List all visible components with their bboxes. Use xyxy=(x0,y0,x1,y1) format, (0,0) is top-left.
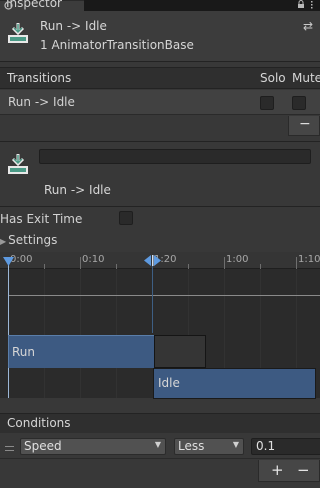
solo-checkbox[interactable] xyxy=(260,96,274,110)
ruler-tick xyxy=(80,257,81,269)
lock-icon[interactable] xyxy=(297,0,307,9)
foldout-arrow-icon: ▶ xyxy=(0,237,7,246)
playhead-marker-icon[interactable] xyxy=(3,256,14,266)
ruler-tick-minor xyxy=(188,264,189,269)
has-exit-time-label: Has Exit Time xyxy=(0,212,83,226)
conditions-heading: Conditions xyxy=(7,416,71,430)
transition-curve-line xyxy=(8,295,320,296)
transition-icon xyxy=(7,22,29,44)
header-title: Run -> Idle xyxy=(40,19,107,33)
transition-range-marker-icon[interactable] xyxy=(143,255,163,266)
transition-end-line xyxy=(152,265,153,333)
remove-transition-label: − xyxy=(299,116,311,132)
settings-sliders-icon[interactable]: ⇄ xyxy=(303,19,313,33)
drag-handle-icon[interactable] xyxy=(5,446,14,451)
remove-condition-button[interactable]: − xyxy=(297,461,310,479)
dest-state-bar[interactable]: Idle xyxy=(153,368,316,399)
ruler-tick-minor xyxy=(44,264,45,269)
ruler-tick-minor xyxy=(116,264,117,269)
parameter-dropdown[interactable]: Speed ▼ xyxy=(20,438,166,455)
inspector-header: Run -> Idle 1 AnimatorTransitionBase ⇄ xyxy=(0,11,320,62)
threshold-value: 0.1 xyxy=(256,439,276,453)
condition-buttons: + − xyxy=(258,460,320,482)
transition-detail-icon xyxy=(7,153,29,175)
add-condition-button[interactable]: + xyxy=(271,461,284,479)
transition-row[interactable]: Run -> Idle xyxy=(0,90,320,115)
grid-line xyxy=(44,270,45,398)
transition-detail-name: Run -> Idle xyxy=(44,183,111,197)
threshold-input[interactable]: 0.1 xyxy=(251,438,320,455)
mode-dropdown[interactable]: Less ▼ xyxy=(174,438,244,455)
inspector-window: Inspector Run -> Idle 1 AnimatorTransiti… xyxy=(0,0,320,488)
more-options-icon[interactable]: ⋮ xyxy=(316,148,320,159)
mute-column-header: Mute xyxy=(292,71,320,85)
header-subtitle: 1 AnimatorTransitionBase xyxy=(40,38,194,52)
source-state-label: Run xyxy=(12,345,36,359)
tab-title: Inspector xyxy=(6,0,62,10)
chevron-down-icon: ▼ xyxy=(232,440,239,449)
mode-value: Less xyxy=(178,439,205,453)
inspector-icon xyxy=(4,1,14,10)
settings-foldout[interactable]: ▶ Settings xyxy=(0,233,57,247)
settings-foldout-label: Settings xyxy=(8,233,58,247)
ruler-tick-minor xyxy=(260,264,261,269)
source-state-bar[interactable]: Run xyxy=(8,335,154,368)
has-exit-time-checkbox[interactable] xyxy=(119,211,133,225)
ruler-label: 1:00 xyxy=(226,254,249,265)
playhead-line xyxy=(8,258,9,398)
ruler-tick xyxy=(296,257,297,269)
chevron-down-icon: ▼ xyxy=(154,440,161,449)
parameter-value: Speed xyxy=(24,439,62,453)
transition-row-label: Run -> Idle xyxy=(8,95,75,109)
grid-line xyxy=(116,270,117,398)
ruler-tick xyxy=(224,257,225,269)
transitions-heading: Transitions xyxy=(7,71,72,85)
tab-menu-icon[interactable] xyxy=(310,0,320,9)
divider xyxy=(0,206,320,207)
source-state-bar-overlap[interactable] xyxy=(154,335,206,368)
divider xyxy=(0,141,320,142)
remove-transition-button[interactable]: − xyxy=(288,116,320,136)
grid-line xyxy=(80,270,81,398)
transition-name-field[interactable] xyxy=(39,149,311,164)
conditions-header: Conditions xyxy=(0,413,320,433)
solo-column-header: Solo xyxy=(260,71,286,85)
dest-state-label: Idle xyxy=(158,376,180,390)
ruler-label: 0:10 xyxy=(82,254,105,265)
transitions-list-header: Transitions Solo Mute xyxy=(0,67,320,89)
mute-checkbox[interactable] xyxy=(292,96,306,110)
ruler-label: 1:10 xyxy=(298,254,320,265)
